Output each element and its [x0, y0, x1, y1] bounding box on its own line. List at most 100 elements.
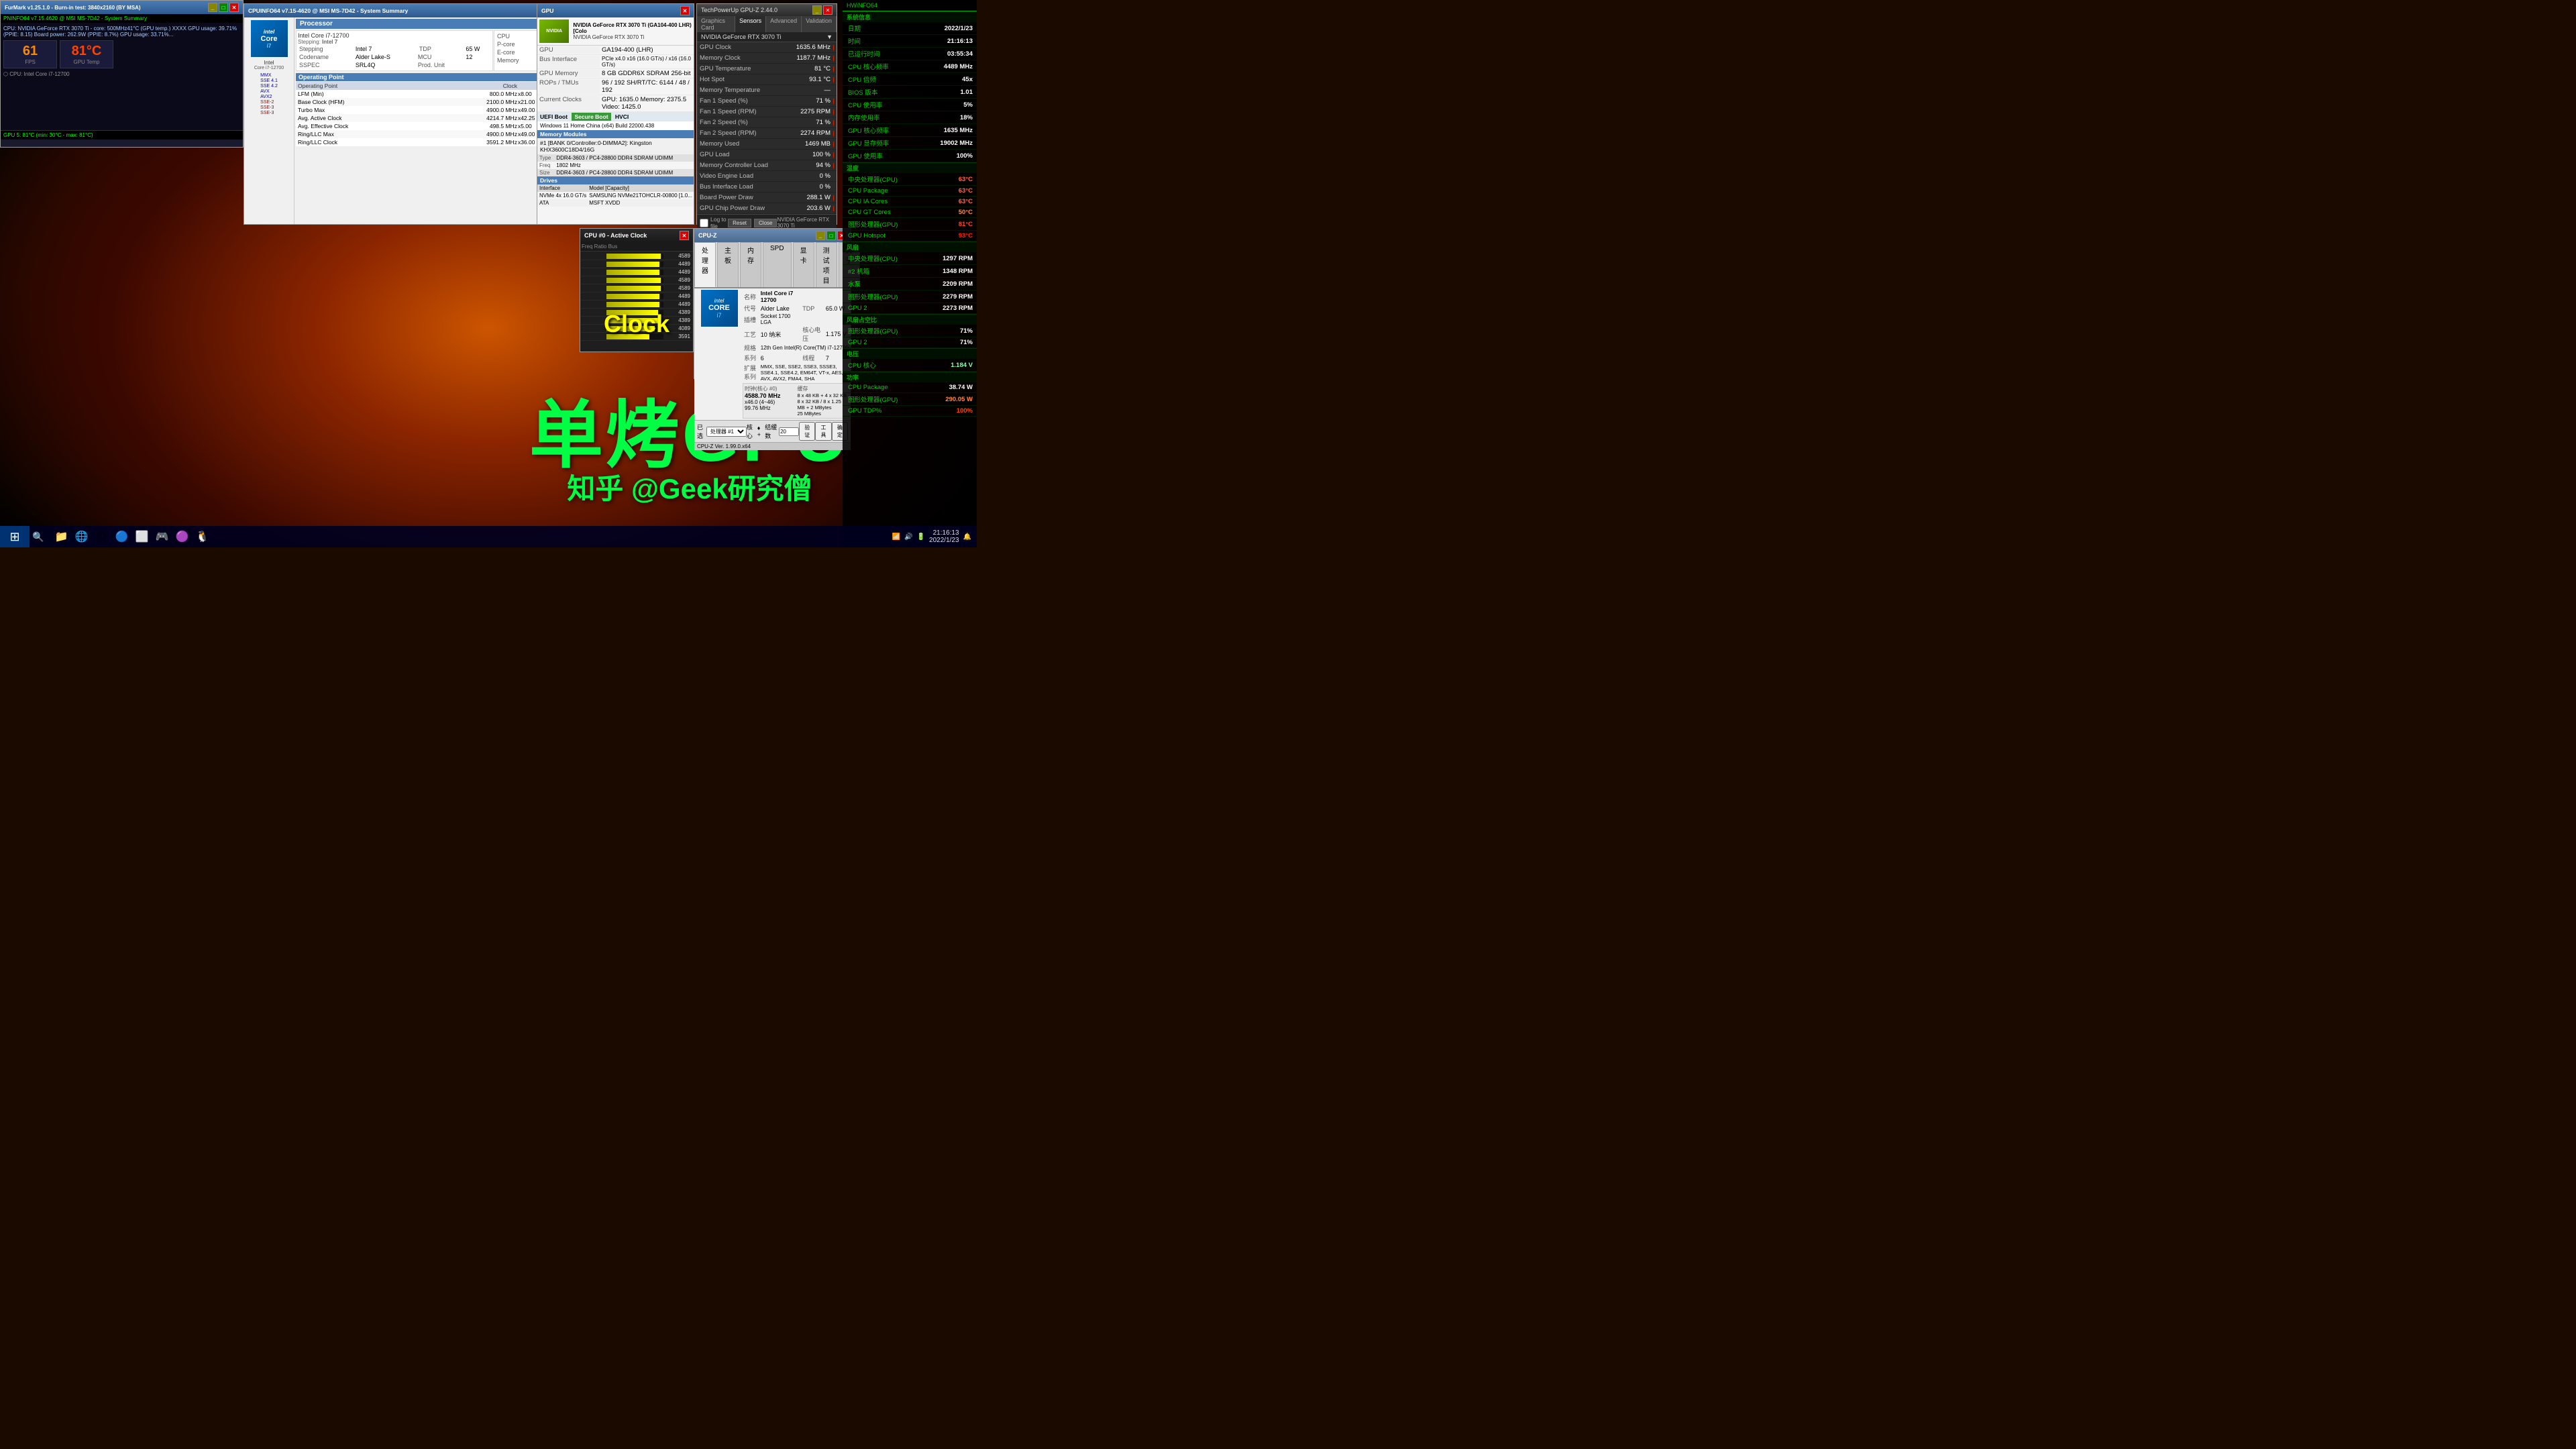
- tpuz-minimize[interactable]: _: [812, 5, 822, 15]
- taskbar-search[interactable]: 🔍: [30, 531, 46, 543]
- tpuz-card-label: NVIDIA GeForce RTX 3070 Ti ▼: [697, 32, 837, 42]
- clock-bar-4: 4589: [581, 284, 692, 292]
- sensor-gpu-temp: GPU Temperature 81 °C: [697, 64, 837, 74]
- tpuz-card-name: NVIDIA GeForce RTX 3070 Ti: [701, 34, 781, 40]
- taskbar-app5[interactable]: ⬜: [132, 527, 151, 546]
- hwinfo-gpu-power-row: 图形处理器(GPU) 290.05 W: [843, 393, 977, 406]
- hwinfo-gpu-duty1-row: 图形处理器(GPU) 71%: [843, 325, 977, 337]
- hwinfo-bios-row: BIOS 版本 1.01: [843, 86, 977, 99]
- furmark-maximize[interactable]: □: [219, 3, 228, 12]
- cpu2-core-selector[interactable]: 处理器 #1: [706, 427, 747, 437]
- tpuz-close[interactable]: ✕: [823, 5, 833, 15]
- sensor-fan1-rpm: Fan 1 Speed (RPM) 2275 RPM: [697, 107, 837, 117]
- active-clock-close[interactable]: ✕: [680, 231, 689, 240]
- cpuz2-maximize[interactable]: □: [826, 231, 836, 240]
- sensor-board-power: Board Power Draw 288.1 W: [697, 193, 837, 203]
- drives-header: Drives: [537, 176, 694, 184]
- taskbar-app7[interactable]: 🟣: [172, 527, 191, 546]
- active-clock-header: Freq Ratio Bus: [580, 242, 693, 252]
- hwinfo-pkg-temp-row: CPU Package 63°C: [843, 186, 977, 197]
- nvidia-info-rows: GPU GA194-400 (LHR) Bus Interface PCIe x…: [537, 46, 694, 207]
- cpu2-core-count[interactable]: [779, 427, 799, 436]
- sensor-gpu-clock: GPU Clock 1635.6 MHz: [697, 42, 837, 53]
- network-icon: 📶: [892, 533, 900, 541]
- battery-icon: 🔋: [917, 533, 925, 541]
- hwinfo-pump-row: 水泵 2209 RPM: [843, 278, 977, 290]
- cpu2-bus: 99.76 MHz: [745, 405, 795, 411]
- taskbar-edge[interactable]: 🌐: [72, 527, 91, 546]
- cpu2-codename: Alder Lake: [761, 303, 802, 313]
- hwinfo-gpu-use-row: GPU 使用率 100%: [843, 150, 977, 162]
- cpu2-l3: 25 MBytes: [798, 411, 848, 417]
- furmark-panel: FurMark v1.25.1.0 - Burn-in test: 3840x2…: [0, 0, 244, 148]
- cpuz2-minimize[interactable]: _: [816, 231, 825, 240]
- notification-icon: 🔔: [963, 533, 971, 541]
- hwinfo-hotspot-row: GPU Hotspot 93°C: [843, 231, 977, 241]
- hwinfo-power-section: 功率: [843, 372, 977, 382]
- tpuz-tab-validation[interactable]: Validation: [802, 16, 837, 32]
- cpuz2-tab-processor[interactable]: 处理器: [694, 242, 716, 287]
- sensor-fan1-pct: Fan 1 Speed (%) 71 %: [697, 96, 837, 107]
- furmark-close[interactable]: ✕: [229, 3, 239, 12]
- hwinfo-tdp-row: GPU TDP% 100%: [843, 406, 977, 417]
- hwinfo-gt-temp-row: CPU GT Cores 50°C: [843, 207, 977, 218]
- tpuz-tab-sensors[interactable]: Sensors: [735, 16, 766, 32]
- clock-bar-3: 4589: [581, 276, 692, 284]
- nvidia-close[interactable]: ✕: [680, 6, 690, 15]
- sensor-fan2-pct: Fan 2 Speed (%) 71 %: [697, 117, 837, 128]
- cpu2-clock: 4588.70 MHz: [745, 392, 795, 399]
- sensor-chip-power: GPU Chip Power Draw 203.6 W: [697, 203, 837, 214]
- furmark-window-controls[interactable]: _ □ ✕: [208, 3, 239, 12]
- bios-info-header: UEFI Boot Secure Boot HVCI: [537, 112, 694, 121]
- log-to-file-checkbox[interactable]: [700, 219, 708, 227]
- cpu2-cores: 6: [761, 353, 802, 363]
- reset-button[interactable]: Reset: [728, 219, 751, 227]
- taskbar-system-tray: 📶 🔊 🔋 21:16:13 2022/1/23 🔔: [887, 529, 977, 544]
- hwinfo-voltage-section: 电压: [843, 348, 977, 359]
- hwinfo-date-section: 系统信息: [843, 11, 977, 22]
- hwinfo-gpu2-fan-row: GPU 2 2273 RPM: [843, 303, 977, 314]
- cpuz2-tab-gpu[interactable]: 显卡: [793, 242, 814, 287]
- tpuz-tab-graphics[interactable]: Graphics Card: [697, 16, 735, 32]
- furmark-content: CPU: NVIDIA GeForce RTX 3070 Ti - core: …: [1, 23, 243, 130]
- cpu2-name: Intel Core i7 12700: [761, 290, 802, 303]
- taskbar-file-explorer[interactable]: 📁: [52, 527, 70, 546]
- taskbar-store[interactable]: ⬡: [92, 527, 111, 546]
- tpuz-card-bottom: NVIDIA GeForce RTX 3070 Ti: [777, 217, 834, 229]
- taskbar-game[interactable]: 🎮: [152, 527, 171, 546]
- intel-logo-2: intel CORE i7: [701, 290, 738, 327]
- cpuz2-tab-bench[interactable]: 测试项目: [816, 242, 837, 287]
- active-clock-title-bar: CPU #0 - Active Clock ✕: [580, 229, 693, 242]
- sensor-bus-interface: Bus Interface Load 0 %: [697, 182, 837, 193]
- taskbar-clock: 21:16:13 2022/1/23: [929, 529, 959, 544]
- close-button[interactable]: Close: [754, 219, 777, 227]
- date-display: 2022/1/23: [929, 537, 959, 544]
- furmark-minimize[interactable]: _: [208, 3, 217, 12]
- clock-bar-0: 4589: [581, 252, 692, 260]
- clock-big-label: Clock: [604, 310, 669, 338]
- cpuz2-processor-info: 名称 Intel Core i7 12700 代号 Alder Lake TDP…: [743, 290, 849, 419]
- cpuz2-title-bar: CPU-Z _ □ ✕: [694, 229, 851, 242]
- cpuz2-tab-memory[interactable]: 内存: [740, 242, 761, 287]
- sensor-mem-temp: Memory Temperature —: [697, 85, 837, 96]
- clock-text-overlay: Clock: [604, 310, 669, 338]
- taskbar-mail[interactable]: 🔵: [112, 527, 131, 546]
- start-icon: ⊞: [9, 530, 19, 544]
- cpu2-l2: 8 x 32 KB / 8 x 1.25 MB + 2 MBytes: [798, 398, 848, 411]
- clock-bar-1: 4489: [581, 260, 692, 268]
- start-button[interactable]: ⊞: [0, 526, 30, 547]
- cpuz2-tab-motherboard[interactable]: 主板: [717, 242, 739, 287]
- tpuz-sensor-panel: TechPowerUp GPU-Z 2.44.0 _ ✕ Graphics Ca…: [696, 3, 837, 225]
- volume-icon: 🔊: [904, 533, 912, 541]
- taskbar-app8[interactable]: 🐧: [193, 527, 211, 546]
- hwinfo-fan2-row: #2 机箱 1348 RPM: [843, 265, 977, 278]
- cpu2-tool[interactable]: 工具: [815, 422, 831, 441]
- hwinfo-runtime-row: 已运行时间 03:55:34: [843, 48, 977, 60]
- hwinfo-header: HWiNFO64: [843, 0, 977, 11]
- log-to-file-label: Log to file: [700, 216, 728, 229]
- tpuz-tab-advanced[interactable]: Advanced: [766, 16, 802, 32]
- cpu2-validate[interactable]: 验证: [799, 422, 815, 441]
- nvidia-panel-title: GPU: [541, 7, 553, 14]
- cpuz2-tab-spd[interactable]: SPD: [763, 242, 792, 287]
- sensor-mem-used: Memory Used 1469 MB: [697, 139, 837, 150]
